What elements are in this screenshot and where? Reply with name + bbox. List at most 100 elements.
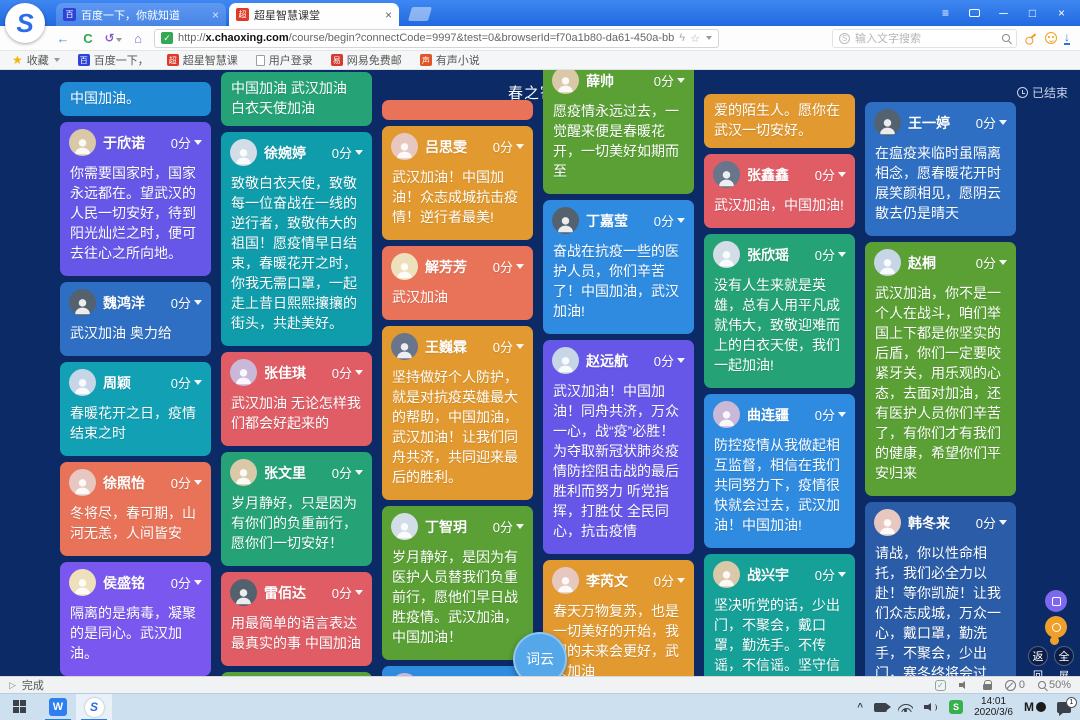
message-card[interactable]: 雷佰达 0分用最简单的语言表达最真实的事 中国加油 <box>221 572 372 666</box>
url-dropdown-icon[interactable] <box>706 36 712 40</box>
minimize-icon[interactable]: ─ <box>989 0 1018 26</box>
score-dropdown[interactable]: 0分 <box>171 473 202 492</box>
message-card[interactable]: 战兴宇 0分坚决听党的话，少出门，不聚会，戴口罩，勤洗手。不传谣，不信谣。坚守信… <box>704 554 855 676</box>
search-input[interactable]: S 输入文字搜索 <box>832 29 1017 48</box>
bookmark-item[interactable]: 易网易免费邮 <box>331 52 402 68</box>
score-dropdown[interactable]: 0分 <box>493 337 524 356</box>
message-card[interactable]: 吕思雯 0分武汉加油！中国加油！众志成城抗击疫情！逆行者最美! <box>382 126 533 240</box>
camera-icon[interactable] <box>874 703 887 712</box>
score-dropdown[interactable]: 0分 <box>493 517 524 536</box>
search-icon[interactable] <box>1002 34 1010 42</box>
safety-check-icon[interactable]: ✓ <box>935 680 946 691</box>
message-card[interactable]: 徐照怡 0分冬将尽，春可期，山河无恙，人间皆安 <box>60 462 211 556</box>
score-dropdown[interactable]: 0分 <box>493 137 524 156</box>
message-card[interactable]: 张鑫鑫 0分武汉加油，中国加油! <box>704 154 855 228</box>
maximize-icon[interactable]: □ <box>1018 0 1047 26</box>
score-dropdown[interactable]: 0分 <box>654 211 685 230</box>
message-card[interactable]: 臧益慧 0分万众一心，众志成城! <box>382 666 533 676</box>
message-card[interactable]: 曲连疆 0分防控疫情从我做起相互监督，相信在我们共同努力下，疫情很快就会过去，武… <box>704 394 855 548</box>
lock-icon[interactable] <box>983 684 992 691</box>
score-dropdown[interactable]: 0分 <box>815 565 846 584</box>
new-tab-button[interactable] <box>408 7 432 21</box>
floating-tool-icon[interactable] <box>1045 590 1067 612</box>
floating-dot-icon[interactable] <box>1050 636 1059 645</box>
message-card[interactable]: 中国加油 武汉加油 白衣天使加油 <box>221 72 372 126</box>
score-dropdown[interactable]: 0分 <box>171 293 202 312</box>
bookmark-item[interactable]: 用户登录 <box>256 52 313 68</box>
message-card[interactable]: 魏鸿洋 0分武汉加油 奥力给 <box>60 282 211 356</box>
fullscreen-button[interactable]: 全 屏 <box>1054 646 1074 676</box>
score-dropdown[interactable]: 0分 <box>815 405 846 424</box>
browser-tab[interactable]: 百 百度一下，你就知道 × <box>56 3 226 26</box>
message-card[interactable]: 王巍霖 0分坚持做好个人防护，就是对抗疫英雄最大的帮助，中国加油，武汉加油！让我… <box>382 326 533 500</box>
url-input[interactable]: ✓ http://x.chaoxing.com/course/begin?con… <box>154 29 719 48</box>
tray-app-icon[interactable]: S <box>949 700 963 714</box>
score-dropdown[interactable]: 0分 <box>654 71 685 90</box>
message-card[interactable]: 张佳琪 0分武汉加油 无论怎样我们都会好起来的 <box>221 352 372 446</box>
score-dropdown[interactable]: 0分 <box>815 245 846 264</box>
score-dropdown[interactable]: 0分 <box>332 363 363 382</box>
download-icon[interactable]: ↓ <box>1064 32 1070 45</box>
tray-expand-icon[interactable]: ^ <box>857 702 863 713</box>
score-dropdown[interactable]: 0分 <box>332 583 363 602</box>
start-button[interactable] <box>0 694 40 720</box>
score-dropdown[interactable]: 0分 <box>976 113 1007 132</box>
score-dropdown[interactable]: 0分 <box>332 463 363 482</box>
undo-icon[interactable]: ↺ <box>104 31 122 45</box>
bookmark-star-icon[interactable]: ☆ <box>690 32 700 45</box>
favorites-button[interactable]: ★ 收藏 <box>12 52 60 68</box>
message-card[interactable]: 王一婷 0分在瘟疫来临时虽隔离相念，愿春暖花开时展笑颜相见，愿阴云散去仍是晴天 <box>865 102 1016 236</box>
zoom-control[interactable]: 50% <box>1038 679 1071 691</box>
browser-tab[interactable]: 超 超星智慧课堂 × <box>229 3 399 26</box>
taskbar-app-wps[interactable]: W <box>40 694 76 720</box>
message-card[interactable]: 赵远航 0分武汉加油！中国加油！同舟共济，万众一心，战“疫”必胜！为夺取新冠状肺… <box>543 340 694 554</box>
back-page-button[interactable]: 返 回 <box>1028 646 1048 676</box>
score-dropdown[interactable]: 0分 <box>171 133 202 152</box>
message-card[interactable]: 解芳芳 0分武汉加油 <box>382 246 533 320</box>
home-icon[interactable]: ⌂ <box>129 31 147 46</box>
password-key-icon[interactable] <box>1021 28 1041 48</box>
score-dropdown[interactable]: 0分 <box>815 165 846 184</box>
message-card[interactable]: 侯盛铭 0分隔离的是病毒，凝聚的是同心。武汉加油。 <box>60 562 211 676</box>
score-dropdown[interactable]: 0分 <box>171 573 202 592</box>
refresh-icon[interactable]: C <box>79 31 97 46</box>
wifi-icon[interactable] <box>898 702 913 712</box>
floating-reward-icon[interactable] <box>1045 616 1067 638</box>
message-card[interactable]: 丁智玥 0分岁月静好，是因为有医护人员替我们负重前行，愿他们早日战胜疫情。武汉加… <box>382 506 533 660</box>
message-card[interactable]: 张文里 0分岁月静好，只是因为有你们的负重前行，愿你们一切安好！ <box>221 452 372 566</box>
taskbar-app-browser[interactable]: S <box>76 694 112 720</box>
message-card[interactable]: 爱的陌生人。愿你在武汉一切安好。 <box>704 94 855 148</box>
lightning-icon[interactable]: ϟ <box>679 32 685 44</box>
back-icon[interactable]: ← <box>54 31 72 46</box>
score-dropdown[interactable]: 0分 <box>976 513 1007 532</box>
score-dropdown[interactable]: 0分 <box>493 257 524 276</box>
message-card[interactable]: 于欣诺 0分你需要国家时，国家永远都在。望武汉的人民一切安好，待到阳光灿烂之时，… <box>60 122 211 276</box>
mute-icon[interactable] <box>959 681 970 690</box>
message-card[interactable] <box>382 100 533 120</box>
score-dropdown[interactable]: 0分 <box>654 351 685 370</box>
tab-close-icon[interactable]: × <box>385 8 392 22</box>
message-card[interactable]: 薛帅 0分愿疫情永远过去，一觉醒来便是春暖花开，一切美好如期而至 <box>543 70 694 194</box>
score-dropdown[interactable]: 0分 <box>171 373 202 392</box>
ime-indicator[interactable]: M <box>1024 700 1046 714</box>
message-card[interactable]: 周颖 0分春暖花开之日，疫情结束之时 <box>60 362 211 456</box>
message-card[interactable] <box>221 672 372 676</box>
mood-icon[interactable] <box>1045 32 1057 44</box>
message-card[interactable]: 中国加油。 <box>60 82 211 116</box>
bookmark-item[interactable]: 超超星智慧课 <box>167 52 238 68</box>
bookmark-item[interactable]: 百百度一下， <box>78 52 149 68</box>
message-card[interactable]: 徐婉婷 0分致敬白衣天使，致敬每一位奋战在一线的逆行者，致敬伟大的祖国！愿疫情早… <box>221 132 372 346</box>
tab-close-icon[interactable]: × <box>212 8 219 22</box>
message-card[interactable]: 韩冬来 0分请战，你以性命相托，我们必全力以赴！等你凯旋！让我们众志成城，万众一… <box>865 502 1016 676</box>
score-dropdown[interactable]: 0分 <box>654 571 685 590</box>
volume-icon[interactable] <box>924 702 938 713</box>
score-dropdown[interactable]: 0分 <box>976 253 1007 272</box>
notification-icon[interactable]: 1 <box>1057 702 1071 713</box>
ad-block-counter[interactable]: 0 <box>1005 679 1025 691</box>
browser-logo-icon[interactable]: S <box>5 3 45 43</box>
bookmark-item[interactable]: 声有声小说 <box>420 52 480 68</box>
message-card[interactable]: 赵桐 0分武汉加油，你不是一个人在战斗，咱们举国上下都是你坚实的后盾，你们一定要… <box>865 242 1016 496</box>
score-dropdown[interactable]: 0分 <box>332 143 363 162</box>
message-card[interactable]: 丁嘉莹 0分奋战在抗疫一些的医护人员，你们辛苦了！中国加油，武汉加油! <box>543 200 694 334</box>
skin-icon[interactable] <box>960 0 989 26</box>
